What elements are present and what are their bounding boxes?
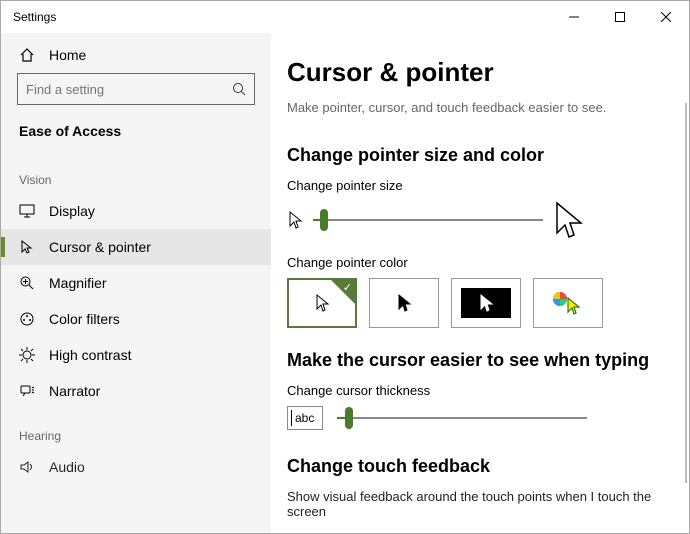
sidebar-item-magnifier[interactable]: Magnifier — [1, 265, 271, 301]
sidebar-item-color-filters[interactable]: Color filters — [1, 301, 271, 337]
sidebar-item-display[interactable]: Display — [1, 193, 271, 229]
home-label: Home — [49, 47, 86, 63]
high-contrast-icon — [19, 347, 35, 363]
pointer-size-row — [287, 201, 673, 239]
close-button[interactable] — [643, 1, 689, 33]
nav-label: High contrast — [49, 347, 131, 363]
touch-feedback-desc: Show visual feedback around the touch po… — [287, 489, 673, 519]
cursor-thickness-row: abc — [287, 406, 673, 430]
page-title: Cursor & pointer — [287, 57, 673, 88]
search-icon — [232, 82, 246, 96]
cursor-thickness-label: Change cursor thickness — [287, 383, 673, 398]
pointer-small-icon — [287, 210, 303, 230]
nav-label: Display — [49, 203, 95, 219]
search-input[interactable] — [26, 82, 232, 97]
home-icon — [19, 47, 35, 63]
sidebar-item-audio[interactable]: Audio — [1, 449, 271, 485]
check-icon: ✓ — [343, 281, 352, 294]
content-pane: Cursor & pointer Make pointer, cursor, a… — [271, 33, 689, 533]
pointer-color-options: ✓ — [287, 278, 673, 328]
pointer-large-icon — [553, 201, 583, 239]
color-filters-icon — [19, 311, 35, 327]
pointer-color-inverted[interactable] — [451, 278, 521, 328]
window-title: Settings — [13, 10, 56, 24]
home-button[interactable]: Home — [1, 37, 271, 73]
maximize-button[interactable] — [597, 1, 643, 33]
window-controls — [551, 1, 689, 33]
pointer-color-black[interactable] — [369, 278, 439, 328]
title-bar: Settings — [1, 1, 689, 33]
preview-text: abc — [295, 411, 314, 425]
minimize-button[interactable] — [551, 1, 597, 33]
sidebar: Home Ease of Access Vision Display Curso… — [1, 33, 271, 533]
nav-label: Cursor & pointer — [49, 239, 151, 255]
section-cursor-typing: Make the cursor easier to see when typin… — [287, 350, 673, 371]
sidebar-item-narrator[interactable]: Narrator — [1, 373, 271, 409]
category-vision: Vision — [1, 153, 271, 193]
search-field[interactable] — [17, 73, 255, 105]
cursor-thickness-slider[interactable] — [337, 408, 587, 428]
nav-label: Narrator — [49, 383, 100, 399]
section-touch-feedback: Change touch feedback — [287, 456, 673, 477]
scrollbar[interactable] — [685, 103, 687, 483]
cursor-thickness-preview: abc — [287, 406, 323, 430]
nav-label: Magnifier — [49, 275, 107, 291]
cursor-icon — [19, 239, 35, 255]
category-hearing: Hearing — [1, 409, 271, 449]
nav-label: Audio — [49, 459, 85, 475]
sidebar-item-high-contrast[interactable]: High contrast — [1, 337, 271, 373]
pointer-color-white[interactable]: ✓ — [287, 278, 357, 328]
magnifier-icon — [19, 275, 35, 291]
display-icon — [19, 204, 35, 218]
pointer-color-label: Change pointer color — [287, 255, 673, 270]
narrator-icon — [19, 383, 35, 399]
sidebar-item-cursor-pointer[interactable]: Cursor & pointer — [1, 229, 271, 265]
section-header: Ease of Access — [1, 117, 271, 153]
pointer-color-custom[interactable] — [533, 278, 603, 328]
pointer-size-slider[interactable] — [313, 210, 543, 230]
nav-label: Color filters — [49, 311, 120, 327]
section-pointer-size-color: Change pointer size and color — [287, 145, 673, 166]
pointer-size-label: Change pointer size — [287, 178, 673, 193]
page-description: Make pointer, cursor, and touch feedback… — [287, 100, 673, 115]
audio-icon — [19, 459, 35, 475]
